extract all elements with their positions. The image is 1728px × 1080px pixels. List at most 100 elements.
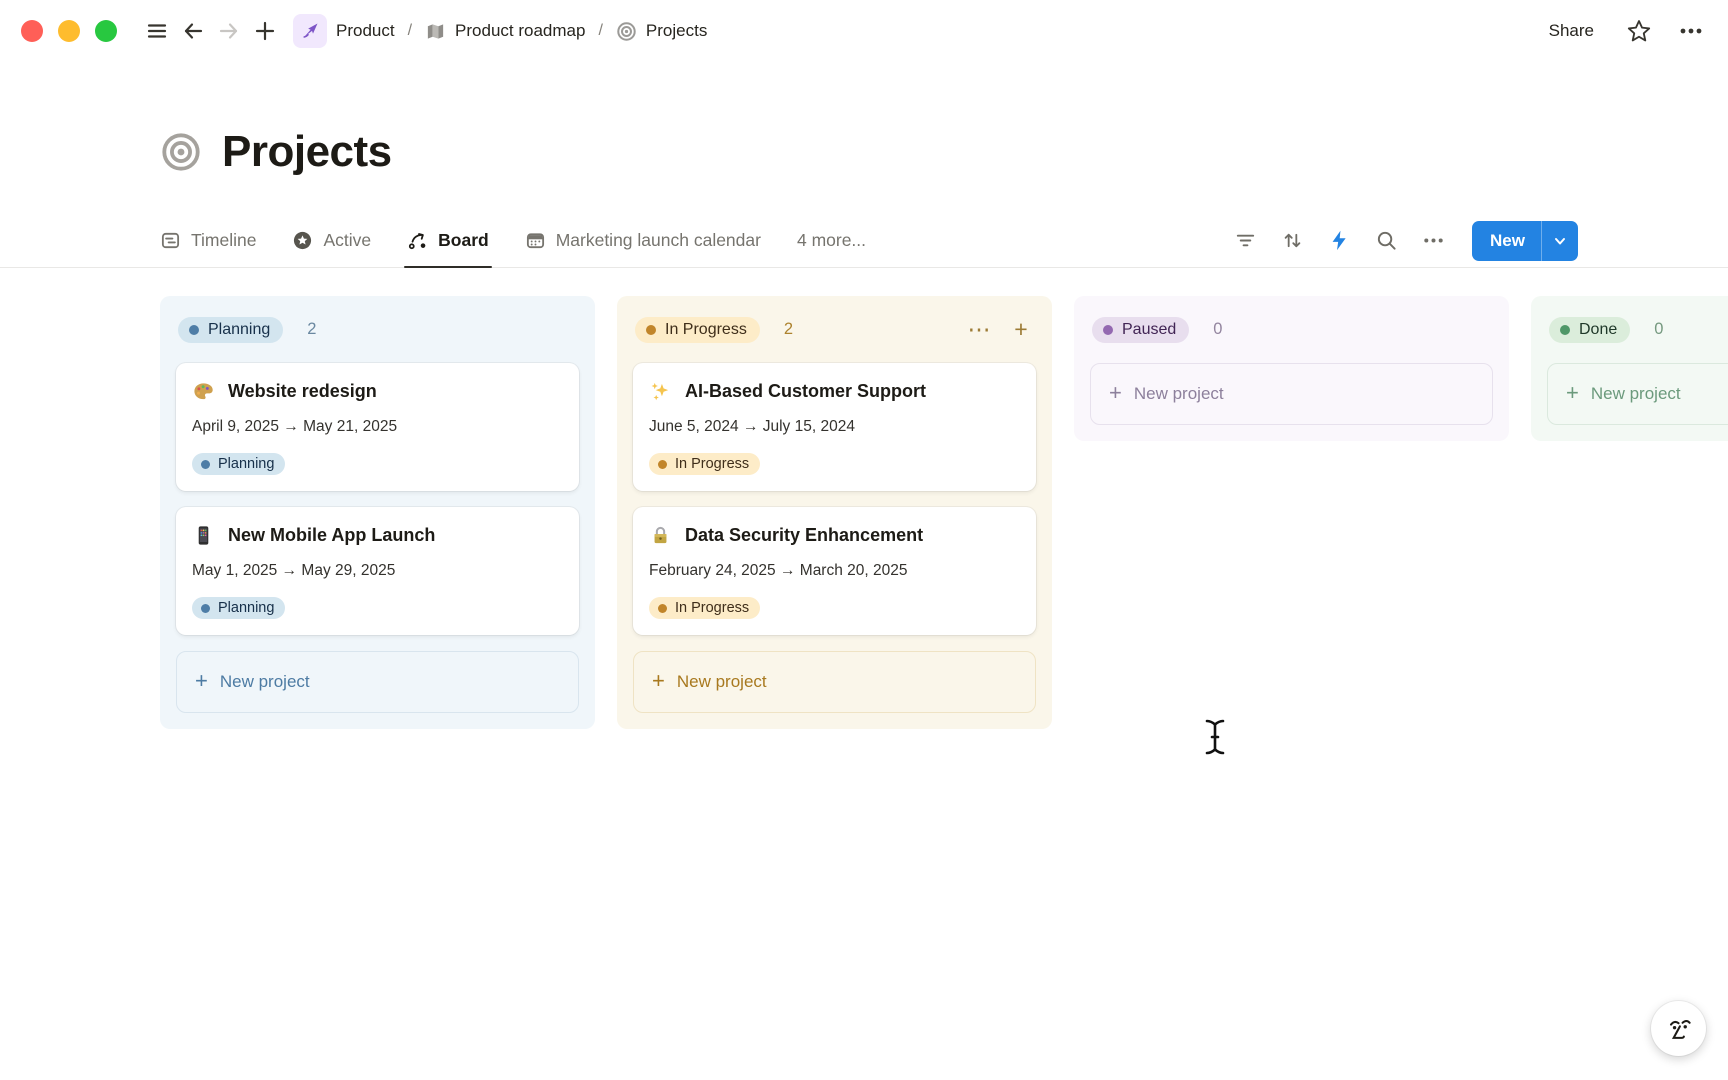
board-column-paused: Paused 0 + New project xyxy=(1074,296,1509,441)
sort-icon[interactable] xyxy=(1279,228,1305,254)
card-status-tag: In Progress xyxy=(649,597,760,619)
minimize-window-button[interactable] xyxy=(58,20,80,42)
project-card-new-mobile-app-launch[interactable]: New Mobile App Launch May 1, 2025 → May … xyxy=(176,507,579,635)
tab-label: 4 more... xyxy=(797,230,866,251)
new-project-label: New project xyxy=(677,672,767,692)
tab-label: Timeline xyxy=(191,230,256,251)
column-count: 2 xyxy=(307,320,316,339)
card-date-range: May 1, 2025 → May 29, 2025 xyxy=(192,562,563,580)
breadcrumb: Product / Product roadmap / Projects xyxy=(289,11,711,51)
target-icon xyxy=(616,21,637,42)
new-button[interactable]: New xyxy=(1472,221,1578,261)
tab-more-views[interactable]: 4 more... xyxy=(797,214,866,267)
status-dot xyxy=(189,325,199,335)
view-tabs-row: Timeline Active Board Marketing launch c… xyxy=(0,214,1728,268)
forward-icon[interactable] xyxy=(211,13,247,49)
zoom-window-button[interactable] xyxy=(95,20,117,42)
new-project-button[interactable]: + New project xyxy=(1090,363,1493,425)
new-project-label: New project xyxy=(220,672,310,692)
status-dot xyxy=(646,325,656,335)
tab-label: Board xyxy=(438,230,489,251)
card-date-range: April 9, 2025 → May 21, 2025 xyxy=(192,418,563,436)
map-icon xyxy=(425,21,446,42)
breadcrumb-separator: / xyxy=(598,22,602,40)
breadcrumb-label: Product xyxy=(336,21,395,41)
column-name: Done xyxy=(1579,321,1617,339)
breadcrumb-item-projects[interactable]: Projects xyxy=(612,18,711,45)
back-icon[interactable] xyxy=(175,13,211,49)
status-dot xyxy=(1560,325,1570,335)
view-options-icon[interactable] xyxy=(1420,228,1446,254)
card-title: AI-Based Customer Support xyxy=(685,381,926,402)
tab-timeline[interactable]: Timeline xyxy=(160,214,256,267)
new-project-button[interactable]: + New project xyxy=(176,651,579,713)
column-status-pill[interactable]: In Progress xyxy=(635,317,760,343)
tag-label: In Progress xyxy=(675,600,749,616)
new-project-button[interactable]: + New project xyxy=(633,651,1036,713)
tab-label: Active xyxy=(323,230,371,251)
card-date-range: February 24, 2025 → March 20, 2025 xyxy=(649,562,1020,580)
breadcrumb-item-product-roadmap[interactable]: Product roadmap xyxy=(421,18,589,45)
card-status-tag: In Progress xyxy=(649,453,760,475)
close-window-button[interactable] xyxy=(21,20,43,42)
search-icon[interactable] xyxy=(1373,228,1399,254)
column-name: Planning xyxy=(208,321,270,339)
timeline-icon xyxy=(160,230,181,251)
column-name: In Progress xyxy=(665,321,747,339)
breadcrumb-label: Projects xyxy=(646,21,707,41)
share-button[interactable]: Share xyxy=(1543,17,1600,45)
window-titlebar: Product / Product roadmap / Projects Sha… xyxy=(0,0,1728,62)
sparkles-icon xyxy=(649,380,672,403)
card-title: Data Security Enhancement xyxy=(685,525,923,546)
notion-ai-button[interactable] xyxy=(1651,1001,1706,1056)
card-status-tag: Planning xyxy=(192,597,285,619)
board-column-done: Done 0 + New project xyxy=(1531,296,1728,441)
status-dot xyxy=(201,460,210,469)
sidebar-toggle-icon[interactable] xyxy=(139,13,175,49)
new-project-label: New project xyxy=(1591,384,1681,404)
status-dot xyxy=(658,460,667,469)
column-count: 0 xyxy=(1213,320,1222,339)
more-options-icon[interactable] xyxy=(1678,18,1704,44)
project-card-data-security-enhancement[interactable]: Data Security Enhancement February 24, 2… xyxy=(633,507,1036,635)
chevron-down-icon[interactable] xyxy=(1542,233,1578,249)
tab-board[interactable]: Board xyxy=(407,214,489,267)
breadcrumb-separator: / xyxy=(408,22,412,40)
favorite-star-icon[interactable] xyxy=(1626,18,1652,44)
new-project-label: New project xyxy=(1134,384,1224,404)
column-add-icon[interactable]: + xyxy=(1008,317,1034,343)
new-button-label[interactable]: New xyxy=(1472,231,1541,251)
tab-active[interactable]: Active xyxy=(292,214,371,267)
page-title: Projects xyxy=(222,127,392,177)
automations-lightning-icon[interactable] xyxy=(1326,228,1352,254)
new-project-button[interactable]: + New project xyxy=(1547,363,1728,425)
new-page-icon[interactable] xyxy=(247,13,283,49)
tag-label: Planning xyxy=(218,600,274,616)
column-status-pill[interactable]: Done xyxy=(1549,317,1630,343)
card-title: New Mobile App Launch xyxy=(228,525,435,546)
card-title: Website redesign xyxy=(228,381,377,402)
column-status-pill[interactable]: Paused xyxy=(1092,317,1189,343)
mobile-phone-icon xyxy=(192,524,215,547)
board-column-in-progress: In Progress 2 ⋯ + AI-Based Customer Supp… xyxy=(617,296,1052,729)
tab-marketing-launch-calendar[interactable]: Marketing launch calendar xyxy=(525,214,761,267)
tag-label: In Progress xyxy=(675,456,749,472)
column-more-icon[interactable]: ⋯ xyxy=(966,317,992,343)
plus-icon: + xyxy=(195,670,208,692)
palette-icon xyxy=(192,380,215,403)
breadcrumb-item-product[interactable]: Product xyxy=(289,11,399,51)
plus-icon: + xyxy=(1109,382,1122,404)
status-dot xyxy=(658,604,667,613)
project-card-website-redesign[interactable]: Website redesign April 9, 2025 → May 21,… xyxy=(176,363,579,491)
filter-icon[interactable] xyxy=(1232,228,1258,254)
column-status-pill[interactable]: Planning xyxy=(178,317,283,343)
calendar-icon xyxy=(525,230,546,251)
plus-icon: + xyxy=(1566,382,1579,404)
project-card-ai-based-customer-support[interactable]: AI-Based Customer Support June 5, 2024 →… xyxy=(633,363,1036,491)
breadcrumb-label: Product roadmap xyxy=(455,21,585,41)
card-date-range: June 5, 2024 → July 15, 2024 xyxy=(649,418,1020,436)
status-dot xyxy=(201,604,210,613)
board-column-planning: Planning 2 Website redesign April 9, 202… xyxy=(160,296,595,729)
card-status-tag: Planning xyxy=(192,453,285,475)
kanban-board: Planning 2 Website redesign April 9, 202… xyxy=(0,296,1728,1080)
